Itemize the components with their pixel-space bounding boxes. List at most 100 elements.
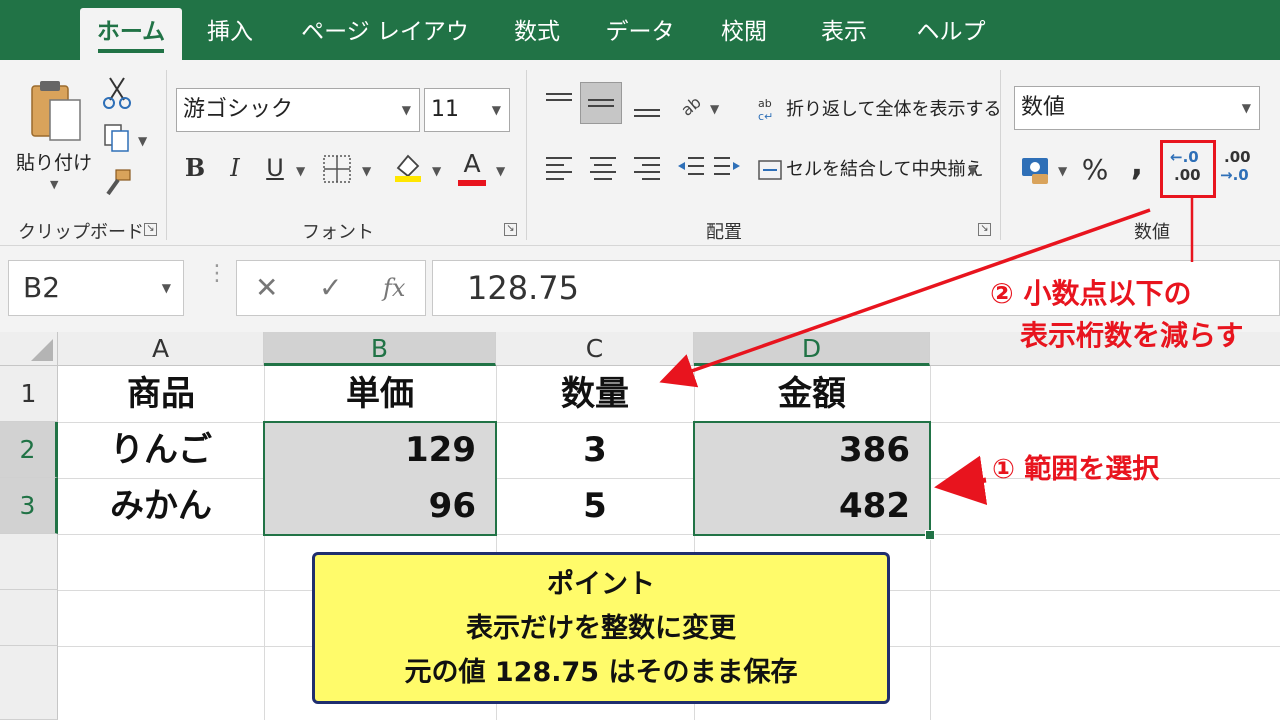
- italic-button[interactable]: I: [220, 148, 250, 188]
- selection-border-d: [693, 421, 931, 536]
- alignment-group-label: 配置: [706, 222, 742, 243]
- align-middle-icon: [588, 99, 614, 107]
- paste-button[interactable]: 貼り付け ▼: [14, 74, 94, 204]
- alignment-launcher-icon[interactable]: ↘: [978, 223, 991, 236]
- column-header-c[interactable]: C: [496, 332, 694, 366]
- active-tab-underline: [98, 49, 164, 53]
- orientation-dropdown-icon[interactable]: ▼: [710, 102, 719, 116]
- column-header-a[interactable]: A: [58, 332, 264, 366]
- row-header-4[interactable]: [0, 534, 58, 590]
- column-header-d[interactable]: D: [694, 332, 930, 366]
- fill-color-dropdown-icon[interactable]: ▼: [432, 164, 441, 178]
- group-separator: [526, 70, 527, 240]
- increase-indent-icon[interactable]: [712, 154, 742, 184]
- align-bottom-icon[interactable]: [632, 98, 662, 122]
- tab-formulas[interactable]: 数式: [502, 8, 572, 60]
- cell-c1[interactable]: 数量: [496, 366, 694, 422]
- borders-dropdown-icon[interactable]: ▼: [362, 164, 371, 178]
- chevron-down-icon: ▼: [491, 103, 501, 117]
- select-all-corner[interactable]: [0, 332, 58, 366]
- column-header-b[interactable]: B: [264, 332, 496, 366]
- step2-callout-line1: ② 小数点以下の: [990, 277, 1192, 310]
- point-note-line1: 表示だけを整数に変更: [466, 613, 736, 644]
- cell-a2[interactable]: りんご: [58, 422, 264, 478]
- group-separator: [1000, 70, 1001, 240]
- tab-data[interactable]: データ: [598, 8, 682, 60]
- bold-button[interactable]: B: [180, 148, 210, 188]
- tab-review[interactable]: 校閲: [708, 8, 780, 60]
- row-header-1[interactable]: 1: [0, 366, 58, 422]
- formula-buttons: ✕ ✓ fx: [236, 260, 426, 316]
- comma-style-button[interactable]: ,: [1124, 144, 1150, 184]
- underline-button[interactable]: U: [260, 148, 290, 188]
- tab-help[interactable]: ヘルプ: [908, 8, 994, 60]
- cell-d1[interactable]: 金額: [694, 366, 930, 422]
- copy-icon[interactable]: [102, 122, 134, 154]
- tab-view[interactable]: 表示: [806, 8, 882, 60]
- cell-c3[interactable]: 5: [496, 478, 694, 534]
- merge-center-button[interactable]: セルを結合して中央揃え: [786, 158, 983, 182]
- tab-insert[interactable]: 挿入: [192, 8, 268, 60]
- svg-text:ab: ab: [758, 97, 772, 110]
- currency-dropdown-icon[interactable]: ▼: [1058, 164, 1067, 178]
- ribbon: 貼り付け ▼ ▼ クリップボード ↘ 游ゴシック ▼ 11 ▼ B I U ▼ …: [0, 60, 1280, 246]
- chevron-down-icon: ▼: [161, 281, 171, 295]
- decrease-indent-icon[interactable]: [676, 154, 706, 184]
- font-color-swatch: [458, 180, 486, 186]
- font-name-combo[interactable]: 游ゴシック ▼: [176, 88, 420, 132]
- clipboard-launcher-icon[interactable]: ↘: [144, 223, 157, 236]
- copy-dropdown-icon[interactable]: ▼: [138, 134, 147, 148]
- font-size-combo[interactable]: 11 ▼: [424, 88, 510, 132]
- align-top-icon[interactable]: [544, 90, 574, 114]
- orientation-icon[interactable]: ab: [676, 90, 706, 120]
- formula-bar-grip-icon: ⋮: [206, 261, 228, 286]
- wrap-text-icon[interactable]: ab c↵: [758, 96, 782, 122]
- increase-decimal-button[interactable]: .00 →.0: [1218, 146, 1264, 192]
- number-format-combo[interactable]: 数値 ▼: [1014, 86, 1260, 130]
- merge-center-icon[interactable]: [758, 158, 782, 182]
- name-box[interactable]: B2 ▼: [8, 260, 184, 316]
- ribbon-tab-bar: ホーム 挿入 ページ レイアウト 数式 データ 校閲 表示 ヘルプ: [0, 0, 1280, 93]
- point-note: ポイント 表示だけを整数に変更 元の値 128.75 はそのまま保存: [312, 552, 890, 704]
- align-left-icon[interactable]: [544, 154, 574, 184]
- align-right-icon[interactable]: [632, 154, 662, 184]
- cell-a1[interactable]: 商品: [58, 366, 264, 422]
- tab-page-layout[interactable]: ページ レイアウト: [292, 8, 478, 93]
- selection-border-b: [263, 421, 497, 536]
- fill-color-icon[interactable]: [392, 150, 424, 184]
- fill-handle[interactable]: [925, 530, 935, 540]
- underline-dropdown-icon[interactable]: ▼: [296, 164, 305, 178]
- cell-b1[interactable]: 単価: [264, 366, 496, 422]
- font-color-dropdown-icon[interactable]: ▼: [496, 164, 505, 178]
- row-header-5[interactable]: [0, 590, 58, 646]
- name-box-value: B2: [23, 271, 61, 304]
- row-header-3[interactable]: 3: [0, 478, 58, 534]
- cell-a3[interactable]: みかん: [58, 478, 264, 534]
- font-launcher-icon[interactable]: ↘: [504, 223, 517, 236]
- gridline: [58, 534, 1280, 535]
- font-color-button[interactable]: A: [456, 148, 488, 188]
- insert-function-icon[interactable]: fx: [383, 261, 405, 315]
- percent-style-button[interactable]: %: [1080, 150, 1110, 190]
- font-color-icon: A: [463, 149, 481, 178]
- group-separator: [166, 70, 167, 240]
- cell-c2[interactable]: 3: [496, 422, 694, 478]
- row-header-2[interactable]: 2: [0, 422, 58, 478]
- borders-icon[interactable]: [322, 154, 352, 184]
- cancel-icon[interactable]: ✕: [255, 261, 278, 315]
- cut-icon[interactable]: [102, 76, 132, 110]
- currency-format-icon[interactable]: [1020, 154, 1054, 188]
- font-name-value: 游ゴシック: [183, 97, 294, 122]
- wrap-text-button[interactable]: 折り返して全体を表示する: [786, 98, 1001, 122]
- tab-home[interactable]: ホーム: [80, 8, 182, 60]
- row-header-6[interactable]: [0, 646, 58, 720]
- merge-dropdown-icon[interactable]: ▼: [968, 164, 977, 178]
- format-painter-icon[interactable]: [102, 168, 134, 200]
- step1-callout: ① 範囲を選択: [992, 454, 1160, 485]
- increase-decimal-icon-top: .00: [1224, 148, 1251, 166]
- svg-text:ab: ab: [677, 92, 705, 119]
- align-middle-button[interactable]: [580, 82, 622, 124]
- enter-icon[interactable]: ✓: [319, 261, 342, 315]
- align-center-icon[interactable]: [588, 154, 618, 184]
- number-group-label: 数値: [1134, 222, 1170, 243]
